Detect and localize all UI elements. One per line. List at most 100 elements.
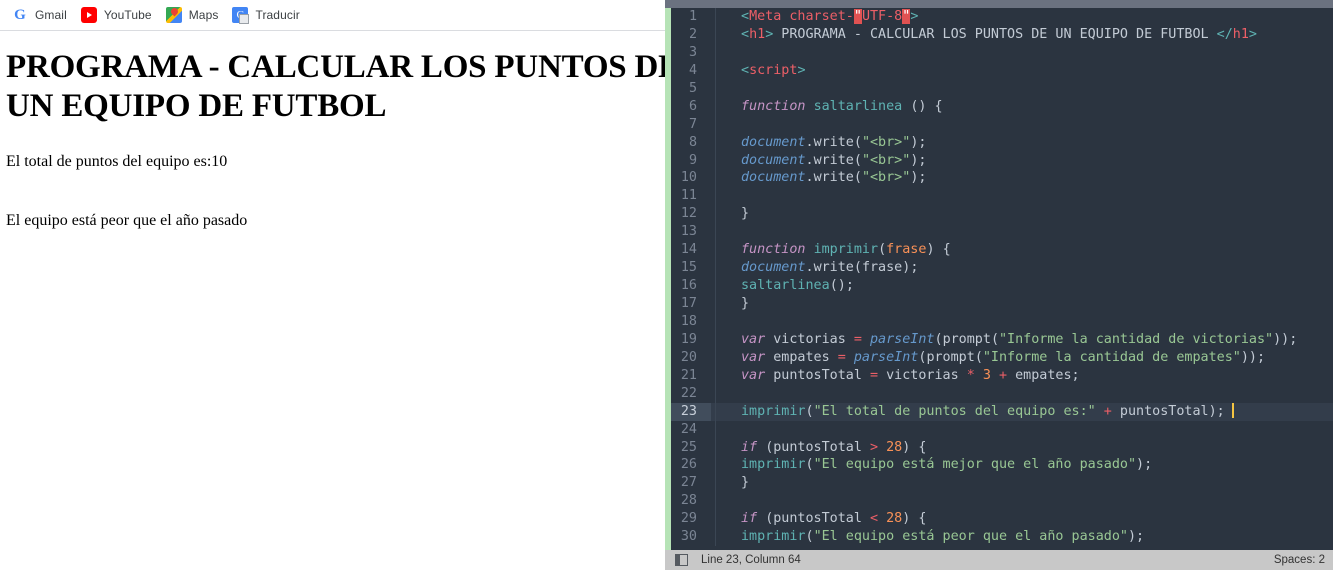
code-line[interactable]: 12 } <box>671 205 1333 224</box>
indent-guide <box>715 205 716 224</box>
token-paren: ( <box>878 242 887 258</box>
token-text: victorias <box>765 331 854 347</box>
bookmark-youtube[interactable]: YouTube <box>79 3 160 27</box>
line-code: <script> <box>711 62 806 80</box>
line-number: 7 <box>688 116 697 132</box>
bookmark-traducir[interactable]: G Traducir <box>230 3 307 27</box>
line-number: 4 <box>688 62 697 78</box>
token-num: 28 <box>886 439 903 455</box>
line-number: 20 <box>680 349 697 365</box>
line-number: 18 <box>680 313 697 329</box>
code-line[interactable]: 13 <box>671 223 1333 242</box>
token-text: puntosTotal <box>1111 403 1209 419</box>
indent-guide <box>715 241 716 260</box>
editor-tab-strip[interactable] <box>665 0 1333 8</box>
token-tag: h1 <box>1232 26 1249 42</box>
token-text: frase <box>861 260 903 276</box>
cursor-position-label[interactable]: Line 23, Column 64 <box>701 554 801 566</box>
code-line[interactable]: 4 <script> <box>671 61 1333 80</box>
token-fn: document <box>741 260 806 276</box>
line-code: document.write("<br>"); <box>711 169 926 187</box>
code-line[interactable]: 23 imprimir("El total de puntos del equi… <box>671 402 1333 421</box>
token-fn: document <box>741 170 806 186</box>
page-title-line-1: PROGRAMA - CALCULAR LOS PUNTOS DE <box>6 49 670 85</box>
token-paren: ( <box>990 331 999 347</box>
code-line[interactable]: 1 <Meta charset-"UTF-8"> <box>671 8 1333 26</box>
code-line[interactable]: 14 function imprimir(frase) { <box>671 241 1333 260</box>
code-line[interactable]: 11 <box>671 187 1333 206</box>
token-call: write <box>813 134 854 150</box>
toggle-sidebar-icon[interactable] <box>675 554 688 566</box>
indent-guide <box>715 259 716 278</box>
token-text: ; <box>1289 331 1298 347</box>
token-str: "Informe la cantidad de victorias" <box>999 331 1274 347</box>
code-line[interactable]: 5 <box>671 79 1333 98</box>
code-line[interactable]: 3 <box>671 43 1333 62</box>
indent-guide <box>715 133 716 152</box>
token-text: ; <box>845 278 854 294</box>
indent-guide <box>715 43 716 62</box>
token-text: . <box>805 152 814 168</box>
token-text: puntosTotal <box>765 367 870 383</box>
code-line[interactable]: 27 } <box>671 474 1333 493</box>
code-line[interactable]: 10 document.write("<br>"); <box>671 169 1333 188</box>
code-line[interactable]: 17 } <box>671 295 1333 313</box>
token-text: ; <box>918 134 927 150</box>
code-line[interactable]: 18 <box>671 312 1333 331</box>
bookmark-gmail[interactable]: G Gmail <box>10 3 75 27</box>
code-line[interactable]: 9 document.write("<br>"); <box>671 151 1333 170</box>
code-line[interactable]: 19 var victorias = parseInt(prompt("Info… <box>671 330 1333 349</box>
token-fn: parseInt <box>870 331 935 347</box>
code-content-area[interactable]: 1 <Meta charset-"UTF-8"> 2 <h1> PROGRAMA - … <box>671 8 1333 550</box>
code-line[interactable]: 2 <h1> PROGRAMA - CALCULAR LOS PUNTOS DE … <box>671 25 1333 44</box>
indent-guide <box>715 187 716 206</box>
line-code: } <box>711 474 749 492</box>
indent-guide <box>715 312 716 331</box>
code-line[interactable]: 6 function saltarlinea () { <box>671 97 1333 116</box>
indent-guide <box>715 474 716 493</box>
code-line[interactable]: 25 if (puntosTotal > 28) { <box>671 438 1333 457</box>
token-text: ; <box>1216 403 1225 419</box>
code-line[interactable]: 15 document.write(frase); <box>671 259 1333 278</box>
indent-guide <box>715 8 716 26</box>
indent-guide <box>715 61 716 80</box>
line-number: 30 <box>680 529 697 545</box>
token-kw: function <box>741 98 806 114</box>
code-line[interactable]: 30 imprimir("El equipo está peor que el … <box>671 528 1333 547</box>
code-line[interactable]: 28 <box>671 492 1333 511</box>
indent-guide <box>715 277 716 295</box>
code-line[interactable]: 16 saltarlinea(); <box>671 277 1333 295</box>
code-line[interactable]: 8 document.write("<br>"); <box>671 133 1333 152</box>
token-str: "El total de puntos del equipo es:" <box>813 403 1096 419</box>
line-code: imprimir("El total de puntos del equipo … <box>711 402 1234 421</box>
token-tag: script <box>749 62 798 78</box>
translate-icon: G <box>232 7 250 24</box>
code-line[interactable]: 21 var puntosTotal = victorias * 3 + emp… <box>671 366 1333 385</box>
bookmark-maps[interactable]: Maps <box>164 3 227 27</box>
line-number: 28 <box>680 493 697 509</box>
code-line[interactable]: 20 var empates = parseInt(prompt("Inform… <box>671 348 1333 367</box>
code-line[interactable]: 7 <box>671 115 1333 134</box>
indentation-label[interactable]: Spaces: 2 <box>1274 554 1325 566</box>
line-number: 10 <box>680 170 697 186</box>
line-number: 23 <box>671 402 711 421</box>
token-op: + <box>1103 403 1112 419</box>
indent-guide <box>715 438 716 457</box>
token-paren: ( <box>805 457 814 473</box>
token-fname: imprimir <box>741 529 806 545</box>
code-line[interactable]: 24 <box>671 420 1333 439</box>
line-number: 1 <box>688 9 697 24</box>
code-line[interactable]: 22 <box>671 384 1333 403</box>
line-code: document.write("<br>"); <box>711 152 926 170</box>
code-line[interactable]: 29 if (puntosTotal < 28) { <box>671 510 1333 529</box>
token-str: "<br>" <box>861 170 911 186</box>
code-line[interactable]: 26 imprimir("El equipo está mejor que el… <box>671 456 1333 475</box>
line-number: 2 <box>688 26 697 42</box>
line-number: 21 <box>680 367 697 383</box>
